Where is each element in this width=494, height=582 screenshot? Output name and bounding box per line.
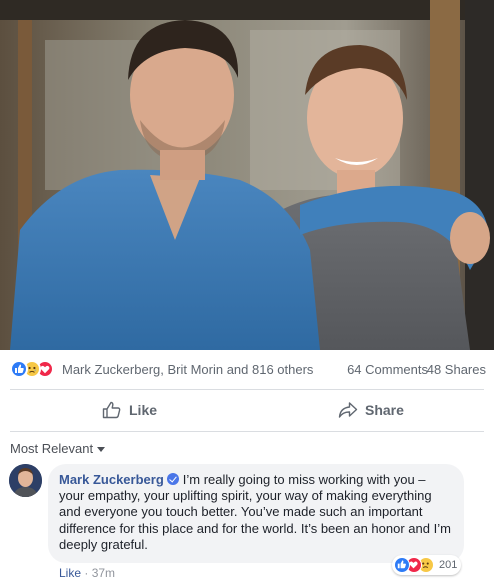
- avatar[interactable]: [9, 464, 42, 497]
- share-button[interactable]: Share: [338, 390, 404, 430]
- like-icon: [394, 557, 410, 573]
- comment-timestamp[interactable]: 37m: [92, 566, 115, 580]
- meta-separator: ·: [84, 566, 89, 580]
- like-button-label: Like: [129, 402, 158, 418]
- profile-photo-icon: [9, 464, 42, 497]
- comment-reactions[interactable]: 201: [392, 555, 462, 575]
- divider: [10, 431, 484, 432]
- comment-like-link[interactable]: Like: [59, 566, 81, 580]
- thumbs-up-icon: [102, 401, 121, 419]
- post-photo[interactable]: [0, 0, 494, 350]
- share-arrow-icon: [338, 402, 358, 418]
- comment-sort-label: Most Relevant: [10, 441, 94, 456]
- share-button-label: Share: [365, 402, 404, 418]
- comment-sort-dropdown[interactable]: Most Relevant: [10, 441, 106, 456]
- comments-count[interactable]: 64 Comments: [347, 362, 428, 377]
- reactors-summary[interactable]: Mark Zuckerberg, Brit Morin and 816 othe…: [62, 362, 313, 377]
- shares-count[interactable]: 48 Shares: [427, 362, 486, 377]
- reaction-icons[interactable]: [10, 360, 60, 378]
- comment-reaction-count: 201: [439, 559, 458, 571]
- caret-down-icon: [97, 446, 106, 452]
- photo-of-two-people-image: [0, 0, 494, 350]
- like-button[interactable]: Like: [102, 390, 157, 430]
- comment-bubble: Mark Zuckerberg I’m really going to miss …: [48, 464, 464, 563]
- post-actions: Like Share: [0, 390, 494, 430]
- comment-reaction-icons: [394, 557, 436, 573]
- comment-author[interactable]: Mark Zuckerberg: [59, 472, 164, 487]
- reaction-summary-bar: Mark Zuckerberg, Brit Morin and 816 othe…: [0, 350, 494, 388]
- like-icon: [10, 360, 28, 378]
- comment-meta: Like · 37m: [59, 566, 115, 580]
- verified-badge-icon: [166, 473, 179, 485]
